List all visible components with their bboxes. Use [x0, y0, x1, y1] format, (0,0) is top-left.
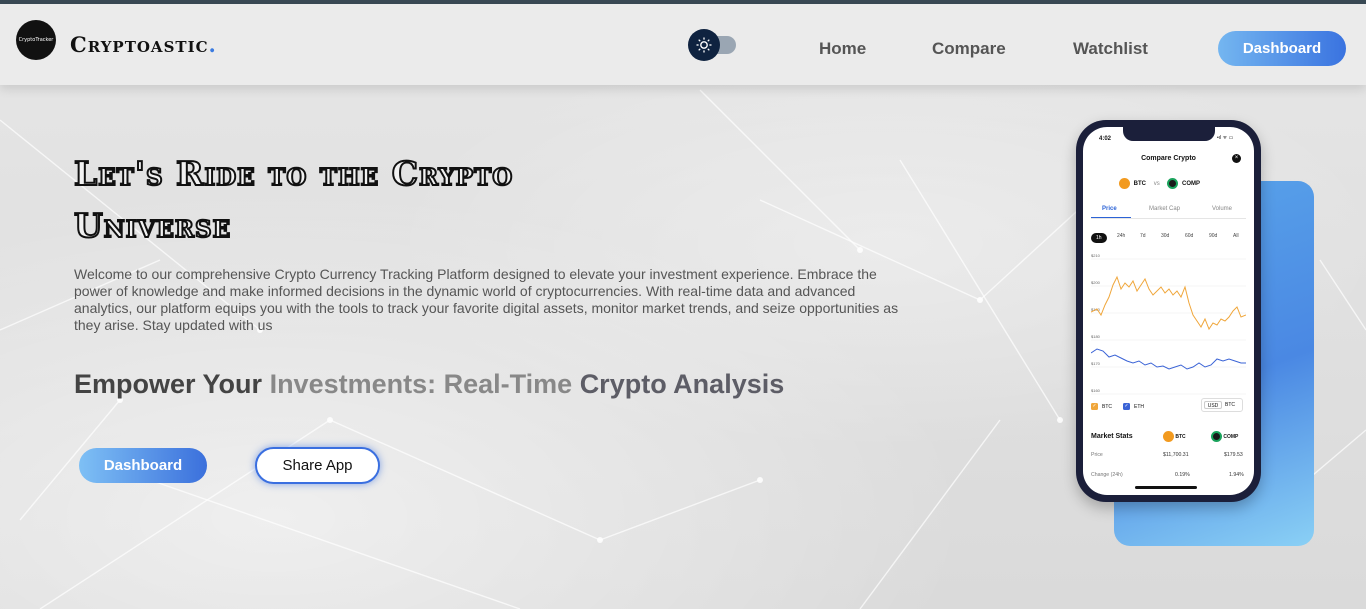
phone-notch [1123, 127, 1215, 141]
hero-title-line2: Universe [73, 205, 232, 246]
coin-b-label: COMP [1182, 181, 1201, 188]
sun-icon [688, 29, 720, 61]
range-all[interactable]: All [1233, 233, 1239, 239]
range-24h[interactable]: 24h [1117, 233, 1125, 239]
stats-coin-b-label: COMP [1223, 433, 1239, 440]
stat-label: Change (24h) [1091, 472, 1123, 478]
tab-market-cap[interactable]: Market Cap [1149, 206, 1180, 212]
stats-coin-b: COMP [1211, 431, 1238, 442]
stat-value-b: $179.53 [1224, 452, 1243, 458]
hero-description: Welcome to our comprehensive Crypto Curr… [74, 266, 899, 333]
btc-legend-checkbox[interactable]: ✓ [1091, 403, 1098, 410]
brand-text: Cryptoastic [70, 32, 209, 57]
currency-toggle[interactable]: USD BTC [1201, 398, 1243, 412]
range-7d[interactable]: 7d [1140, 233, 1146, 239]
hero-title-line1: Let's Ride to the Crypto [73, 153, 514, 194]
range-90d[interactable]: 90d [1209, 233, 1217, 239]
hero-tagline: Empower Your Investments: Real-Time Cryp… [74, 369, 784, 400]
tab-divider [1091, 218, 1246, 219]
coin-a-label: BTC [1133, 181, 1147, 188]
share-app-button[interactable]: Share App [255, 447, 380, 484]
range-1h[interactable]: 1h [1091, 233, 1107, 243]
phone-screen: 4:02 •ıl ᯤ ▭ Compare Crypto × BTC vs COM… [1083, 127, 1254, 495]
phone-time: 4:02 [1099, 136, 1112, 142]
tab-price[interactable]: Price [1102, 206, 1117, 212]
comp-icon [1167, 178, 1179, 189]
stats-coin-a-label: BTC [1175, 433, 1186, 440]
logo-text: CryptoTracker [18, 37, 54, 43]
btc-price-line [1091, 275, 1246, 331]
header-dashboard-button[interactable]: Dashboard [1218, 31, 1346, 66]
btc-icon [1119, 178, 1130, 189]
btc-icon [1163, 431, 1174, 442]
range-60d[interactable]: 60d [1185, 233, 1193, 239]
market-stats-title: Market Stats [1091, 433, 1133, 440]
nav-watchlist[interactable]: Watchlist [1073, 39, 1148, 59]
legend-eth: ETH [1134, 404, 1144, 410]
logo[interactable]: CryptoTracker [16, 20, 56, 60]
nav-home[interactable]: Home [819, 39, 866, 59]
coin-selector[interactable]: BTC vs COMP [1119, 178, 1200, 189]
theme-toggle[interactable] [688, 29, 736, 61]
hero-dashboard-button[interactable]: Dashboard [79, 448, 207, 483]
comp-icon [1211, 431, 1222, 442]
currency-usd[interactable]: USD [1204, 401, 1222, 409]
hero-title: Let's Ride to the Crypto Universe [73, 148, 714, 252]
eth-price-line [1091, 348, 1246, 370]
stat-label: Price [1091, 452, 1103, 458]
legend-btc: BTC [1102, 404, 1112, 410]
brand-name[interactable]: Cryptoastic. [70, 32, 217, 57]
tagline-mid: Investments: Real-Time [269, 369, 573, 399]
currency-btc[interactable]: BTC [1225, 402, 1235, 408]
home-indicator [1135, 486, 1197, 489]
stat-value-a: $11,700.31 [1163, 452, 1189, 458]
price-chart [1091, 258, 1246, 395]
tagline-end: Crypto Analysis [579, 369, 785, 399]
stat-value-b: 1.94% [1229, 472, 1244, 478]
phone-mockup: 4:02 •ıl ᯤ ▭ Compare Crypto × BTC vs COM… [1076, 120, 1261, 502]
eth-legend-checkbox[interactable]: ✓ [1123, 403, 1130, 410]
range-30d[interactable]: 30d [1161, 233, 1169, 239]
brand-dot: . [208, 32, 217, 57]
compare-title: Compare Crypto [1141, 155, 1196, 162]
tagline-start: Empower Your [74, 369, 263, 399]
stat-value-a: 0.19% [1175, 472, 1190, 478]
nav-compare[interactable]: Compare [932, 39, 1006, 59]
vs-label: vs [1153, 181, 1160, 188]
stats-coin-a: BTC [1163, 431, 1186, 442]
close-icon[interactable]: × [1232, 154, 1241, 163]
status-icons: •ıl ᯤ ▭ [1217, 135, 1234, 141]
tab-volume[interactable]: Volume [1212, 206, 1232, 212]
site-header: CryptoTracker Cryptoastic. Home Compare … [0, 4, 1366, 85]
